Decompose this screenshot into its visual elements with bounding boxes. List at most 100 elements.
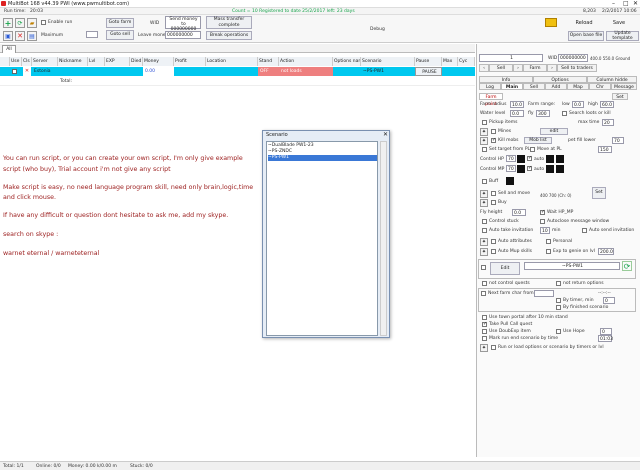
scenario-enable-checkbox[interactable] (481, 265, 486, 270)
not-control-quests-checkbox[interactable] (482, 281, 487, 286)
by-timer-input[interactable]: 0 (603, 297, 615, 304)
auto-attributes-checkbox[interactable] (491, 239, 496, 244)
mark-time-input[interactable]: 01:03 (598, 335, 613, 342)
list-item-selected[interactable]: ~PS-PW1 (268, 155, 377, 161)
col-header-money[interactable]: Money (143, 57, 174, 66)
tab-farm-top[interactable]: Farm (523, 64, 547, 72)
row-pause-button[interactable]: PAUSE (415, 67, 442, 76)
tab-all[interactable]: All (2, 45, 16, 53)
goto-sell-button[interactable]: Goto sell (106, 30, 134, 40)
save-button[interactable]: Save (604, 18, 634, 28)
nav-next2-icon[interactable]: › (547, 64, 557, 72)
col-header-options-name[interactable]: Options name (333, 57, 361, 66)
by-timer-checkbox[interactable] (556, 298, 561, 303)
autoclose-checkbox[interactable] (540, 219, 545, 224)
update-template-button[interactable]: Update template (606, 31, 639, 41)
not-return-options-checkbox[interactable] (556, 281, 561, 286)
next-farm-select[interactable] (534, 290, 554, 297)
buff-checkbox[interactable] (482, 179, 487, 184)
dialog-scrollbar[interactable] (380, 141, 387, 336)
auto-take-invitation-checkbox[interactable] (482, 228, 487, 233)
col-header-pause[interactable]: Pause (415, 57, 442, 66)
minimize-icon[interactable]: – (612, 0, 615, 7)
fly-input[interactable]: 300 (536, 110, 550, 117)
open-base-file-button[interactable]: Open base file (568, 31, 604, 41)
pickup-items-checkbox[interactable] (482, 120, 487, 125)
edit-scenario-button[interactable]: Edit (490, 262, 520, 275)
subtab-farm-point[interactable]: Farm point (479, 93, 503, 107)
kill-mobs-icon[interactable]: ✦ (480, 137, 488, 145)
tab-sell-top[interactable]: Sell (489, 64, 513, 72)
use-hope-input[interactable]: 0 (600, 328, 612, 335)
col-header-exp[interactable]: EXP (105, 57, 130, 66)
hp-slot3-icon[interactable] (556, 155, 564, 163)
sell-set-button[interactable]: Set (592, 187, 606, 199)
col-header-cls[interactable]: Cls (22, 57, 32, 66)
set-target-pl-checkbox[interactable] (482, 147, 487, 152)
max-time-input[interactable]: 20 (602, 119, 614, 126)
hp-slot-icon[interactable] (517, 155, 525, 163)
mass-transfer-button[interactable]: Mass transfer complete (206, 16, 252, 29)
folder-icon[interactable]: ▰ (27, 18, 37, 28)
search-loots-checkbox[interactable] (562, 111, 567, 116)
mines-checkbox[interactable] (491, 129, 496, 134)
invitation-minutes-input[interactable]: 10 (540, 227, 550, 234)
col-header-lvl[interactable]: Lvl (88, 57, 105, 66)
exp-genie-input[interactable]: 200.0 (598, 248, 614, 255)
exp-genie-checkbox[interactable] (546, 249, 551, 254)
control-hp-input[interactable]: 70 (506, 155, 516, 162)
add-icon[interactable]: + (3, 18, 13, 28)
tab-main[interactable]: Main (501, 83, 523, 90)
scenario-select[interactable]: ~PS-PW1 (524, 262, 620, 270)
sell-move-icon[interactable]: ✦ (480, 190, 488, 198)
buff-slot-icon[interactable] (506, 177, 514, 185)
auto-send-invitation-checkbox[interactable] (582, 228, 587, 233)
sell-and-move-checkbox[interactable] (491, 191, 496, 196)
hp-auto-checkbox[interactable] (527, 155, 532, 161)
row-remove-icon[interactable]: ✕ (23, 67, 31, 76)
row-use-checkbox[interactable] (12, 69, 17, 74)
kill-mobs-checkbox[interactable] (491, 137, 496, 143)
tab-log[interactable]: Log (479, 83, 501, 90)
tab-add[interactable]: Add (545, 83, 567, 90)
save-icon[interactable]: ▣ (3, 31, 13, 41)
close-icon[interactable]: ✕ (633, 0, 638, 7)
hp-slot2-icon[interactable] (546, 155, 554, 163)
mob-list-button[interactable]: Mob list (524, 137, 552, 144)
double-exp-checkbox[interactable] (482, 329, 487, 334)
timer-icon[interactable]: ✦ (480, 344, 488, 352)
water-level-input[interactable]: 0.0 (510, 110, 524, 117)
skills-icon[interactable]: ✦ (480, 248, 488, 256)
attributes-icon[interactable]: ✦ (480, 238, 488, 246)
reload-icon[interactable] (545, 18, 557, 27)
tab-message[interactable]: Message (611, 83, 637, 90)
col-header-use[interactable]: Use (10, 57, 22, 66)
delete-icon[interactable]: ✕ (15, 31, 25, 41)
col-header-location[interactable]: Location (206, 57, 258, 66)
char-count-field[interactable]: 1 (479, 54, 543, 62)
low-input[interactable]: 0.0 (572, 101, 584, 108)
reload-button[interactable]: Reload (568, 18, 600, 28)
nav-next-icon[interactable]: › (513, 64, 523, 72)
goto-farm-button[interactable]: Goto farm (106, 18, 134, 28)
max-time2-input[interactable]: 150 (598, 146, 612, 153)
mp-auto-checkbox[interactable] (527, 165, 532, 171)
right-wid-input[interactable]: 000000000 (558, 54, 588, 62)
send-money-field[interactable]: Send money to 000000000 (165, 16, 201, 32)
auto-mup-skills-checkbox[interactable] (491, 249, 496, 254)
enable-run-checkbox[interactable] (41, 20, 46, 25)
col-header-stand[interactable]: Stand (258, 57, 279, 66)
tab-options[interactable]: Options (533, 76, 587, 83)
col-header-cyc[interactable]: Cyc (458, 57, 475, 66)
leave-money-input[interactable]: 000000000 (165, 31, 201, 39)
tab-sell-to-traders[interactable]: Sell to traders (557, 64, 597, 72)
col-header-profit[interactable]: Profit (174, 57, 206, 66)
col-header-select[interactable] (0, 57, 10, 66)
mines-icon[interactable]: ✦ (480, 128, 488, 136)
pet-fill-input[interactable]: 70 (612, 137, 624, 144)
town-portal-checkbox[interactable] (482, 315, 487, 320)
mp-slot2-icon[interactable] (546, 165, 554, 173)
by-finished-checkbox[interactable] (556, 305, 561, 310)
use-hope-checkbox[interactable] (556, 329, 561, 334)
subtab-set[interactable]: Set (612, 93, 628, 100)
